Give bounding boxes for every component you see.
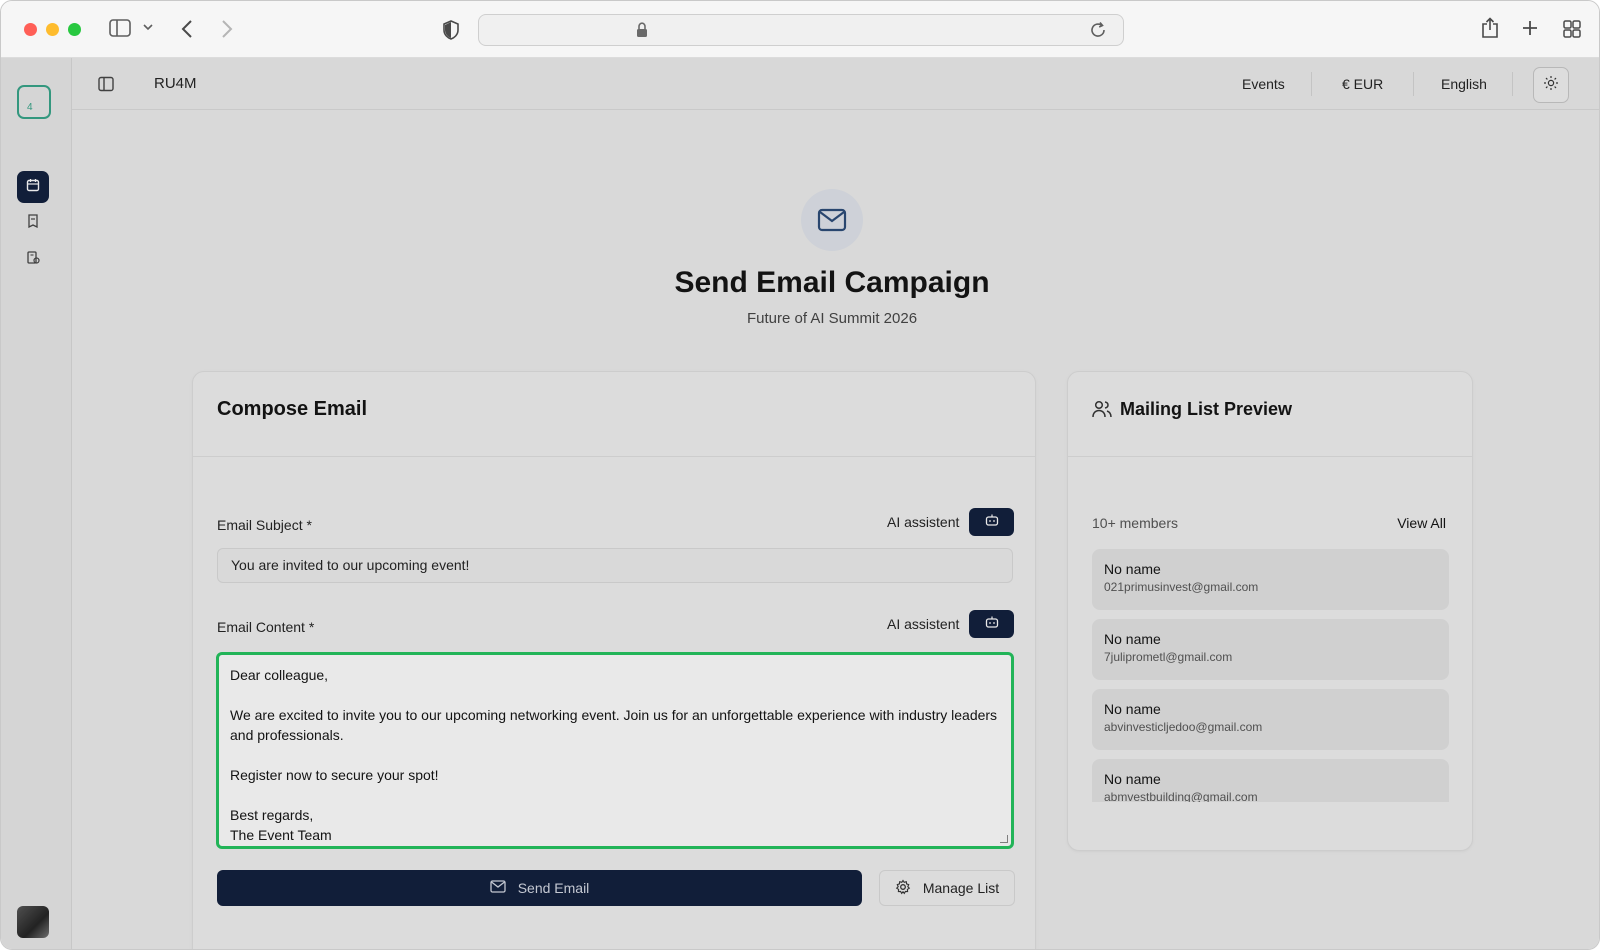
chevron-down-icon[interactable] <box>143 23 153 31</box>
list-item: No name 7juliprometl@gmail.com <box>1092 619 1449 680</box>
mailing-card-title: Mailing List Preview <box>1120 399 1293 419</box>
top-bar: RU4M Events € EUR English <box>72 58 1599 110</box>
list-item: No name abmvestbuilding@gmail.com <box>1092 759 1449 802</box>
zoom-window-button[interactable] <box>68 23 81 36</box>
manage-list-button[interactable]: Manage List <box>879 870 1015 906</box>
left-rail: 4 <box>1 58 72 949</box>
compose-card-header: Compose Email <box>193 372 1035 457</box>
mailing-list-card: Mailing List Preview 10+ members View Al… <box>1067 371 1473 851</box>
sun-icon <box>1543 75 1559 96</box>
members-count: 10+ members <box>1092 515 1178 531</box>
ai-assistant-subject-button[interactable] <box>969 508 1014 536</box>
compose-email-card: Compose Email Email Subject * AI assiste… <box>192 371 1036 949</box>
users-icon <box>1092 400 1112 423</box>
compose-card-title: Compose Email <box>217 398 368 420</box>
new-tab-icon[interactable] <box>1522 20 1538 36</box>
page-title: Send Email Campaign <box>674 266 990 299</box>
calendar-icon <box>26 178 40 197</box>
list-item: No name abvinvesticljedoo@gmail.com <box>1092 689 1449 750</box>
building-icon <box>26 250 40 269</box>
close-window-button[interactable] <box>24 23 37 36</box>
browser-toolbar <box>1 1 1599 58</box>
email-content-label: Email Content * <box>217 619 315 635</box>
receipt-icon <box>26 213 40 233</box>
sidebar-icon[interactable] <box>109 19 131 37</box>
send-email-label: Send Email <box>517 880 590 896</box>
member-name: No name <box>1104 701 1161 717</box>
view-all-link[interactable]: View All <box>1397 515 1446 531</box>
nav-divider <box>1512 72 1513 96</box>
email-subject-label: Email Subject * <box>217 517 312 533</box>
nav-events-link[interactable]: Events <box>1242 76 1285 92</box>
email-subject-input[interactable]: You are invited to our upcoming event! <box>217 548 1013 583</box>
member-name: No name <box>1104 771 1161 787</box>
nav-divider <box>1413 72 1414 96</box>
mail-hero-icon <box>801 189 863 251</box>
brand-name[interactable]: RU4M <box>154 75 197 92</box>
member-email: 021primusinvest@gmail.com <box>1104 580 1259 594</box>
app-logo-text: 4 <box>27 102 33 113</box>
mailing-card-header: Mailing List Preview <box>1068 372 1472 457</box>
robot-icon <box>985 513 999 531</box>
address-bar[interactable] <box>478 14 1124 46</box>
email-content-text: Dear colleague, We are excited to invite… <box>230 667 998 843</box>
list-item: No name 021primusinvest@gmail.com <box>1092 549 1449 610</box>
avatar[interactable] <box>17 906 49 938</box>
gear-icon <box>895 879 911 898</box>
resize-handle[interactable] <box>1000 835 1008 843</box>
language-selector[interactable]: English <box>1441 76 1487 92</box>
app-logo[interactable]: 4 <box>17 85 51 119</box>
rail-tickets-button[interactable] <box>17 207 49 239</box>
member-name: No name <box>1104 561 1161 577</box>
browser-window: 4 RU4M Events € EUR English Send Email C… <box>0 0 1600 950</box>
app-root: 4 RU4M Events € EUR English Send Email C… <box>1 58 1599 949</box>
page-subtitle: Future of AI Summit 2026 <box>746 310 918 327</box>
send-email-button[interactable]: Send Email <box>217 870 862 906</box>
tab-overview-icon[interactable] <box>1563 20 1581 38</box>
rail-events-button[interactable] <box>17 171 49 203</box>
ai-assistant-label: AI assistent <box>887 616 960 632</box>
share-icon[interactable] <box>1481 17 1499 39</box>
ai-assistant-label: AI assistent <box>887 514 960 530</box>
member-list[interactable]: No name 021primusinvest@gmail.com No nam… <box>1092 549 1449 802</box>
panel-toggle-icon[interactable] <box>98 76 114 97</box>
rail-venues-button[interactable] <box>17 243 49 275</box>
manage-list-label: Manage List <box>922 880 1000 896</box>
member-email: abvinvesticljedoo@gmail.com <box>1104 720 1263 734</box>
back-arrow-icon[interactable] <box>181 19 193 39</box>
currency-selector[interactable]: € EUR <box>1342 76 1383 92</box>
member-email: 7juliprometl@gmail.com <box>1104 650 1233 664</box>
lock-icon <box>636 22 648 38</box>
member-name: No name <box>1104 631 1161 647</box>
envelope-icon <box>490 880 506 896</box>
minimize-window-button[interactable] <box>46 23 59 36</box>
nav-divider <box>1311 72 1312 96</box>
robot-icon <box>985 615 999 633</box>
member-email: abmvestbuilding@gmail.com <box>1104 790 1258 802</box>
email-content-textarea[interactable]: Dear colleague, We are excited to invite… <box>216 652 1014 849</box>
ai-assistant-content-button[interactable] <box>969 610 1014 638</box>
shield-icon[interactable] <box>443 20 459 40</box>
forward-arrow-icon[interactable] <box>221 19 233 39</box>
theme-toggle-button[interactable] <box>1533 67 1569 103</box>
reload-icon[interactable] <box>1089 21 1107 39</box>
